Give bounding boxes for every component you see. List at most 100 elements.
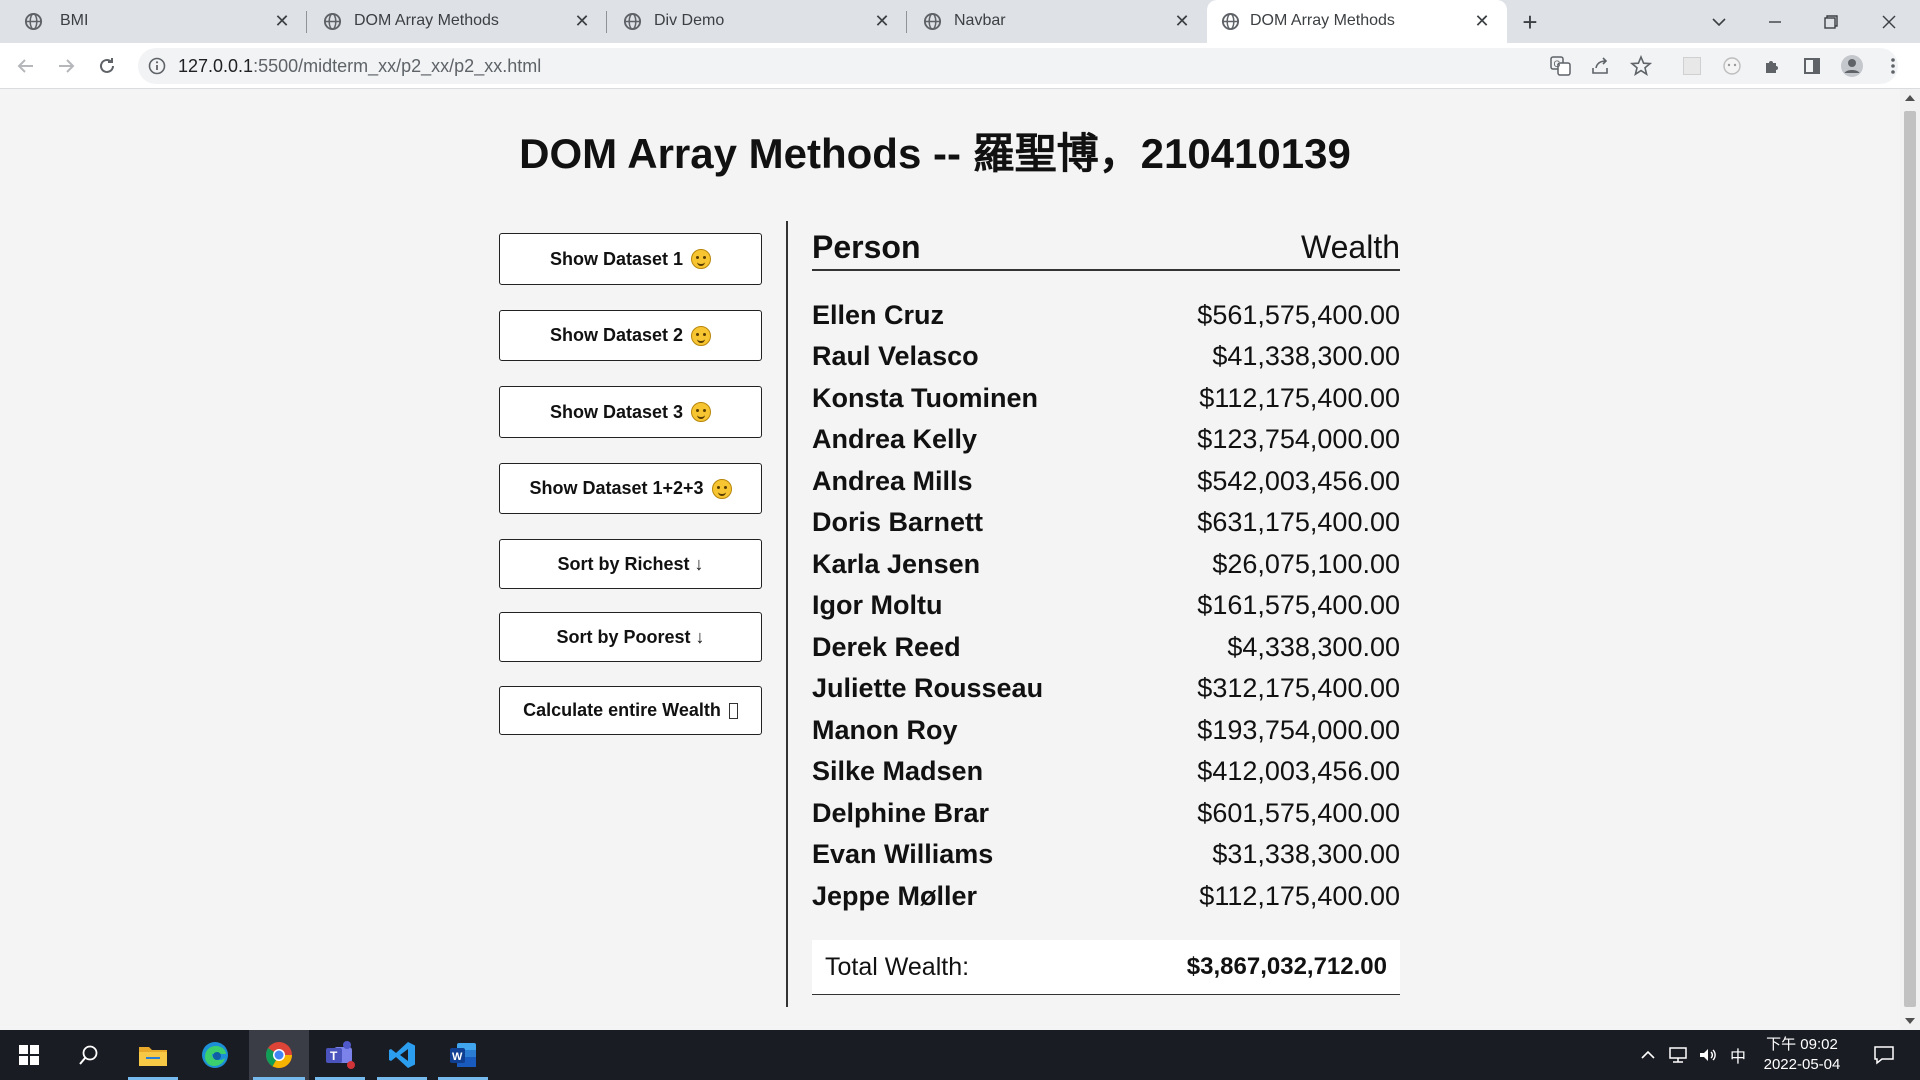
close-icon[interactable]: ✕: [271, 10, 293, 32]
total-wealth-row: Total Wealth: $3,867,032,712.00: [812, 940, 1400, 995]
clock[interactable]: 下午 09:02 2022-05-04: [1760, 1035, 1844, 1075]
person-name: Derek Reed: [812, 632, 961, 662]
teams-button[interactable]: T: [311, 1030, 369, 1080]
forward-button[interactable]: [50, 50, 82, 82]
svg-text:W: W: [452, 1051, 463, 1063]
extension-face-icon[interactable]: [1716, 50, 1748, 82]
kebab-menu-icon[interactable]: [1877, 50, 1909, 82]
smiley-icon: [691, 249, 712, 269]
table-row: Doris Barnett $631,175,400.00: [812, 507, 1400, 547]
table-row: Andrea Mills $542,003,456.00: [812, 466, 1400, 506]
url-text[interactable]: 127.0.0.1:5500/midterm_xx/p2_xx/p2_xx.ht…: [178, 56, 541, 77]
notification-icon[interactable]: [1866, 1030, 1902, 1080]
close-icon[interactable]: ✕: [1171, 10, 1193, 32]
search-icon: [79, 1045, 98, 1065]
clock-date: 2022-05-04: [1763, 1056, 1841, 1073]
edge-button[interactable]: [186, 1030, 244, 1080]
scrollbar-thumb[interactable]: [1904, 111, 1916, 1007]
close-icon[interactable]: ✕: [871, 10, 893, 32]
windows-logo-icon: [19, 1045, 39, 1065]
tab-search-icon[interactable]: [1691, 0, 1747, 43]
tab-title: DOM Array Methods: [354, 12, 499, 29]
profile-avatar-icon[interactable]: [1836, 50, 1868, 82]
tray-overflow-icon[interactable]: [1636, 1030, 1660, 1080]
header-wealth: Wealth: [1300, 229, 1400, 265]
vertical-divider: [786, 221, 788, 1007]
tab-dom-array-methods[interactable]: DOM Array Methods ✕: [307, 0, 607, 43]
calculate-wealth-button[interactable]: Calculate entire Wealth: [499, 686, 762, 735]
person-wealth: $4,338,300.00: [1227, 632, 1400, 662]
person-wealth: $561,575,400.00: [1197, 300, 1400, 330]
sort-poorest-button[interactable]: Sort by Poorest ↓: [499, 612, 762, 662]
tab-dom-array-methods-active[interactable]: DOM Array Methods ✕: [1207, 0, 1507, 43]
info-icon[interactable]: [148, 57, 166, 75]
share-icon[interactable]: [1590, 56, 1610, 76]
smiley-icon: [691, 402, 712, 422]
tab-title: DOM Array Methods: [1250, 12, 1395, 29]
translate-icon[interactable]: G: [1550, 56, 1572, 76]
tab-strip: BMI ✕ DOM Array Methods ✕ Div Demo ✕ Nav…: [0, 0, 1920, 43]
table-row: Karla Jensen $26,075,100.00: [812, 549, 1400, 589]
minimize-button[interactable]: [1747, 0, 1803, 43]
missing-glyph-icon: [728, 702, 738, 719]
globe-icon: [623, 12, 642, 31]
puzzle-icon[interactable]: [1756, 50, 1788, 82]
page-scrollbar[interactable]: [1900, 89, 1920, 1030]
person-name: Juliette Rousseau: [812, 673, 1044, 703]
file-explorer-button[interactable]: [124, 1030, 182, 1080]
vscode-button[interactable]: [373, 1030, 431, 1080]
ime-indicator[interactable]: 中: [1724, 1030, 1752, 1080]
url-path: :5500/midterm_xx/p2_xx/p2_xx.html: [253, 56, 542, 76]
scroll-down-icon[interactable]: [1905, 1018, 1915, 1024]
globe-icon: [1221, 12, 1240, 31]
tab-title: Div Demo: [654, 12, 725, 29]
svg-text:T: T: [330, 1049, 338, 1063]
tab-title: Navbar: [954, 12, 1006, 29]
sort-richest-button[interactable]: Sort by Richest ↓: [499, 539, 762, 589]
word-button[interactable]: W: [434, 1030, 492, 1080]
person-wealth: $161,575,400.00: [1197, 590, 1400, 620]
show-dataset-all-button[interactable]: Show Dataset 1+2+3: [499, 463, 762, 514]
url-host: 127.0.0.1: [178, 56, 254, 76]
show-dataset-1-button[interactable]: Show Dataset 1: [499, 233, 762, 285]
new-tab-button[interactable]: +: [1516, 7, 1544, 37]
reload-button[interactable]: [91, 50, 123, 82]
person-name: Andrea Kelly: [812, 424, 978, 454]
scroll-up-icon[interactable]: [1905, 95, 1915, 101]
close-window-button[interactable]: [1861, 0, 1917, 43]
person-name: Igor Moltu: [812, 590, 943, 620]
person-name: Manon Roy: [812, 715, 958, 745]
volume-icon[interactable]: [1694, 1030, 1722, 1080]
table-header: Person Wealth: [812, 229, 1400, 271]
address-bar[interactable]: 127.0.0.1:5500/midterm_xx/p2_xx/p2_xx.ht…: [138, 48, 1898, 84]
tab-div-demo[interactable]: Div Demo ✕: [607, 0, 907, 43]
show-dataset-3-button[interactable]: Show Dataset 3: [499, 386, 762, 438]
restore-button[interactable]: [1803, 0, 1859, 43]
back-button[interactable]: [10, 50, 42, 82]
star-icon[interactable]: [1630, 55, 1652, 77]
close-icon[interactable]: ✕: [1471, 10, 1493, 32]
person-name: Delphine Brar: [812, 798, 990, 828]
button-label: Show Dataset 3: [549, 401, 684, 422]
table-row: Silke Madsen $412,003,456.00: [812, 756, 1400, 796]
tab-bmi[interactable]: BMI ✕: [0, 0, 307, 43]
chrome-button[interactable]: [249, 1030, 309, 1080]
person-name: Evan Williams: [812, 839, 994, 869]
close-icon[interactable]: ✕: [571, 10, 593, 32]
tab-title: BMI: [60, 12, 89, 29]
table-row: Derek Reed $4,338,300.00: [812, 632, 1400, 672]
button-label: Show Dataset 2: [549, 325, 684, 345]
network-icon[interactable]: [1664, 1030, 1692, 1080]
side-panel-icon[interactable]: [1796, 50, 1828, 82]
person-name: Karla Jensen: [812, 549, 981, 579]
person-name: Doris Barnett: [812, 507, 984, 537]
button-label: Sort by Richest ↓: [557, 553, 704, 574]
tab-navbar[interactable]: Navbar ✕: [907, 0, 1207, 43]
extension-blank-icon[interactable]: [1676, 50, 1708, 82]
person-wealth: $112,175,400.00: [1199, 881, 1400, 911]
start-button[interactable]: [0, 1030, 58, 1080]
search-button[interactable]: [60, 1030, 118, 1080]
table-row: Andrea Kelly $123,754,000.00: [812, 424, 1400, 464]
person-name: Konsta Tuominen: [812, 383, 1038, 413]
show-dataset-2-button[interactable]: Show Dataset 2: [499, 310, 762, 361]
